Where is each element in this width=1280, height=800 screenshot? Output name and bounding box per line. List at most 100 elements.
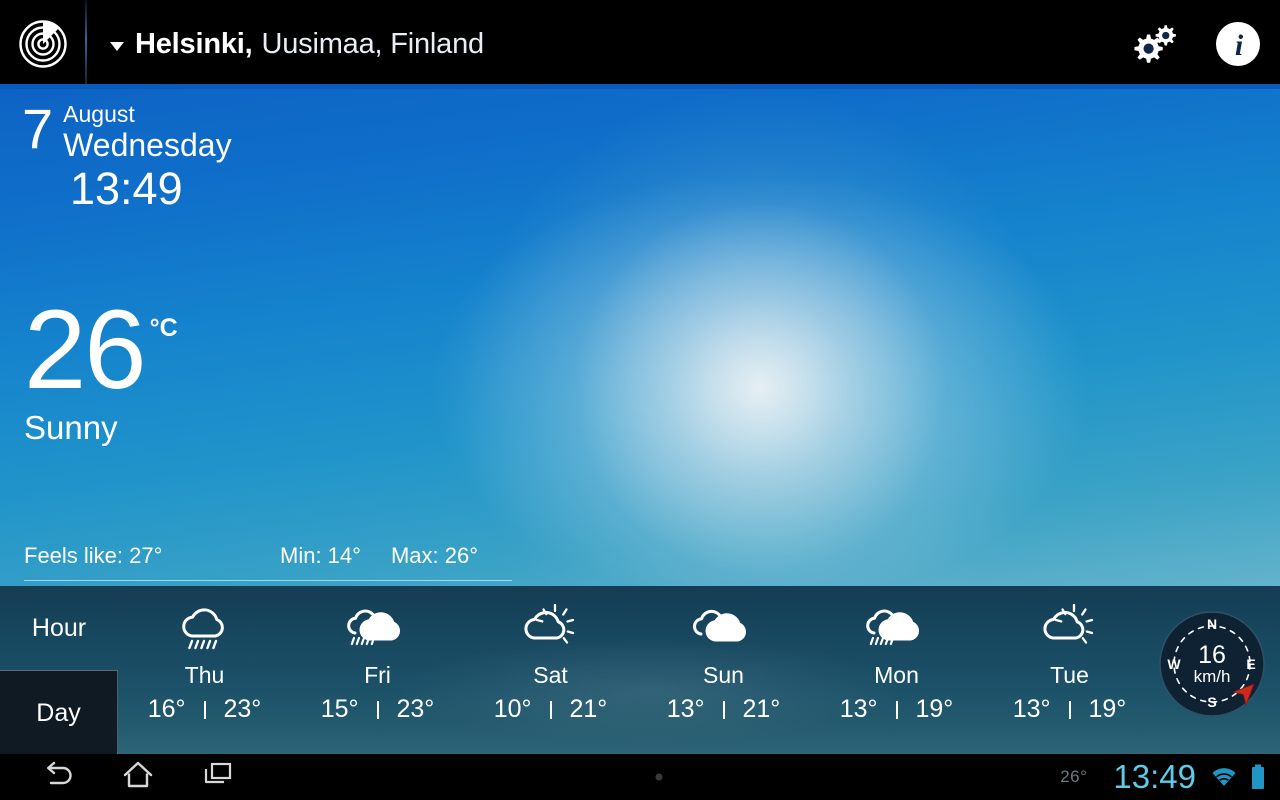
date-time-block: 7 August Wednesday 13:49 (22, 97, 232, 214)
forecast-day-item[interactable]: Sat 10° 21° (464, 586, 637, 724)
app-header: Helsinki, Uusimaa, Finland i (0, 0, 1280, 88)
weather-app-screen: Helsinki, Uusimaa, Finland i 7 August We… (0, 0, 1280, 800)
min-temp-value: Min: 14° (280, 543, 361, 568)
forecast-day-min: 10° (493, 695, 532, 723)
forecast-day-min: 13° (1012, 695, 1051, 723)
compass-north-label: N (1207, 616, 1217, 632)
forecast-day-max: 21° (569, 695, 608, 723)
rain-clouds-icon (345, 602, 411, 654)
forecast-day-name: Fri (364, 662, 391, 688)
settings-button[interactable] (1110, 0, 1195, 88)
forecast-day-max: 23° (396, 695, 435, 723)
forecast-day-item[interactable]: Thu 16° 23° (118, 586, 291, 724)
weather-details: Feels like: 27° Min: 14° Max: 26° Humidi… (24, 536, 514, 586)
wind-speed-value: 16 (1198, 641, 1226, 669)
date-month: August (63, 101, 135, 127)
tab-hour[interactable]: Hour (0, 586, 118, 670)
clouds-icon (691, 602, 757, 654)
forecast-day-name: Thu (184, 662, 225, 688)
app-logo-button[interactable] (0, 0, 85, 88)
forecast-day-temps: 10° 21° (478, 695, 624, 724)
temp-separator (203, 700, 206, 719)
forecast-day-max: 21° (742, 695, 781, 723)
battery-full-icon (1250, 764, 1266, 790)
wind-speed-unit: km/h (1194, 667, 1231, 686)
forecast-day-temps: 13° 19° (824, 695, 970, 724)
recent-apps-button[interactable] (178, 754, 258, 800)
recent-apps-icon (202, 761, 234, 794)
chevron-down-icon (110, 41, 124, 51)
back-button[interactable] (18, 754, 98, 800)
forecast-day-min: 13° (839, 695, 878, 723)
current-temperature-block: 26 °C Sunny (24, 287, 178, 446)
radar-spiral-icon (18, 19, 68, 69)
menu-dot-icon (655, 773, 663, 781)
status-temperature: 26° (1060, 767, 1088, 786)
tab-day-label: Day (36, 698, 81, 727)
city-label: Helsinki, (135, 27, 253, 60)
info-button[interactable]: i (1195, 0, 1280, 88)
max-temp-value: Max: 26° (390, 543, 479, 568)
header-accent-line (0, 84, 1280, 89)
header-actions: i (1110, 0, 1280, 88)
location-selector[interactable]: Helsinki, Uusimaa, Finland (87, 0, 1110, 88)
current-temperature: 26 (24, 287, 147, 412)
forecast-day-item[interactable]: Tue 13° 19° (983, 586, 1156, 724)
tab-day[interactable]: Day (0, 670, 118, 754)
temp-separator (895, 700, 898, 719)
compass-west-label: W (1167, 656, 1181, 672)
home-button[interactable] (98, 754, 178, 800)
temp-separator (549, 700, 552, 719)
forecast-day-temps: 13° 19° (997, 695, 1143, 724)
forecast-day-max: 19° (915, 695, 954, 723)
forecast-day-temps: 16° 23° (132, 695, 278, 724)
sun-behind-cloud-icon (518, 602, 584, 654)
forecast-day-min: 16° (147, 695, 186, 723)
status-icons[interactable]: 26° 13:49 (1060, 758, 1280, 796)
temp-separator (376, 700, 379, 719)
date-weekday: Wednesday (63, 127, 232, 163)
forecast-day-name: Tue (1050, 662, 1089, 688)
compass-east-label: E (1246, 656, 1255, 672)
date-day-number: 7 (22, 97, 54, 160)
current-weather-panel: 7 August Wednesday 13:49 26 °C Sunny Fee… (0, 88, 1280, 586)
forecast-day-min: 13° (666, 695, 705, 723)
forecast-tabs: Hour Day (0, 586, 118, 754)
forecast-day-min: 15° (320, 695, 359, 723)
current-time: 13:49 (70, 163, 183, 214)
forecast-day-temps: 13° 21° (651, 695, 797, 724)
forecast-day-name: Mon (874, 662, 919, 688)
current-condition: Sunny (24, 409, 118, 446)
forecast-day-item[interactable]: Sun 13° 21° (637, 586, 810, 724)
info-icon: i (1213, 19, 1263, 69)
forecast-day-item[interactable]: Mon 13° 19° (810, 586, 983, 724)
back-arrow-icon (41, 760, 75, 795)
sun-behind-cloud-icon (1037, 602, 1103, 654)
wind-compass[interactable]: N S W E 16 km/h (1158, 610, 1266, 718)
nav-buttons (0, 754, 258, 800)
gear-icon (1125, 18, 1181, 70)
forecast-day-name: Sat (533, 662, 568, 688)
tab-hour-label: Hour (31, 613, 87, 642)
forecast-days-list: Thu 16° 23° Fri 15° 23° Sat 10° 21° Sun … (118, 586, 1148, 754)
details-divider (24, 580, 512, 581)
status-clock: 13:49 (1113, 758, 1196, 795)
temp-separator (1068, 700, 1071, 719)
feels-like-value: Feels like: 27° (24, 543, 163, 568)
temperature-unit: °C (149, 314, 178, 342)
forecast-day-name: Sun (703, 662, 744, 688)
forecast-day-max: 23° (223, 695, 262, 723)
forecast-day-temps: 15° 23° (305, 695, 451, 724)
region-label: Uusimaa, Finland (261, 27, 484, 60)
svg-text:i: i (1234, 29, 1243, 62)
rain-cloud-icon (172, 602, 238, 654)
rain-clouds-icon (864, 602, 930, 654)
home-icon (122, 760, 154, 795)
forecast-day-item[interactable]: Fri 15° 23° (291, 586, 464, 724)
temp-separator (722, 700, 725, 719)
wifi-icon (1210, 766, 1238, 788)
compass-south-label: S (1207, 694, 1216, 710)
forecast-panel: Hour Day Thu 16° 23° Fri 15° 23° Sat 10°… (0, 586, 1280, 754)
android-system-bar: 26° 13:49 (0, 754, 1280, 800)
forecast-day-max: 19° (1088, 695, 1127, 723)
